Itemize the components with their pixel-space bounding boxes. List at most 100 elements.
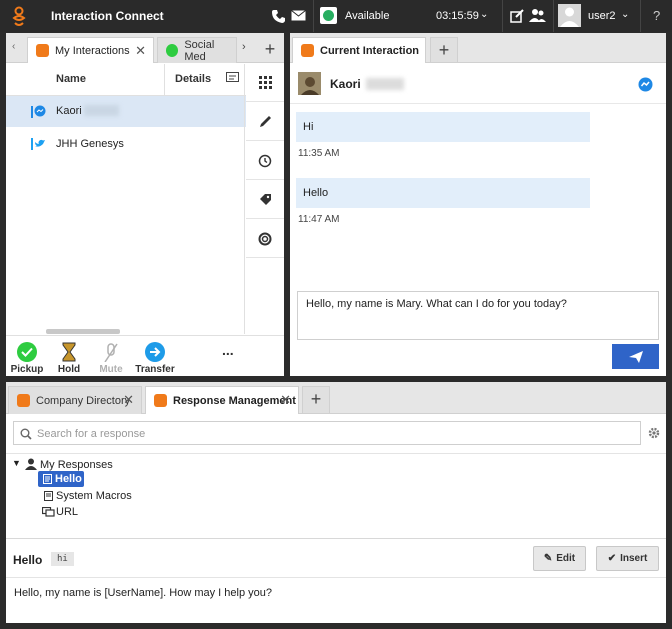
my-interactions-panel: ‹ My Interactions ✕ Social Med › + Name … [6, 33, 284, 376]
app-title: Interaction Connect [51, 9, 164, 23]
tag-icon[interactable] [246, 181, 284, 219]
hold-label: Hold [57, 364, 81, 375]
pickup-check-icon [17, 342, 37, 362]
interaction-row-kaori[interactable]: Kaori [6, 96, 246, 127]
lifebuoy-icon[interactable] [246, 220, 284, 258]
document-icon [43, 474, 52, 484]
folder-document-icon [44, 491, 53, 501]
current-interaction-panel: Current Interaction + Kaori Hi 11:35 AM … [290, 33, 666, 376]
help-icon[interactable]: ? [653, 8, 660, 23]
tree-item-label: Hello [55, 473, 82, 485]
messenger-icon [638, 77, 653, 92]
more-actions-icon[interactable]: ... [222, 342, 234, 358]
tab-company-directory[interactable]: Company Directory ✕ [8, 386, 142, 414]
mail-icon[interactable] [291, 10, 306, 21]
tree-item-url[interactable]: URL [56, 506, 78, 518]
search-placeholder: Search for a response [37, 428, 146, 440]
add-tab-plus-icon[interactable]: + [256, 37, 284, 63]
pickup-button[interactable]: Pickup [7, 342, 47, 375]
status-indicator[interactable] [320, 7, 337, 24]
twitter-icon [35, 139, 45, 147]
left-tab-strip: ‹ My Interactions ✕ Social Med › + [6, 33, 284, 63]
close-icon[interactable]: ✕ [135, 43, 146, 59]
insert-label: Insert [620, 553, 648, 564]
message-text: Hello [303, 187, 329, 199]
link-icon [42, 507, 55, 517]
tab-company-directory-label: Company Directory [36, 394, 131, 407]
tree-collapse-icon[interactable]: ▼ [12, 458, 21, 468]
tab-my-interactions-label: My Interactions [55, 44, 130, 57]
tab-scroll-right-icon[interactable]: › [242, 41, 246, 53]
genesys-logo [12, 6, 26, 26]
compose-icon[interactable] [510, 9, 524, 23]
reply-draft-text: Hello, my name is Mary. What can I do fo… [306, 298, 567, 310]
add-tab-plus-icon[interactable]: + [430, 37, 458, 63]
search-input[interactable]: Search for a response [13, 421, 641, 445]
social-tab-icon [166, 44, 179, 57]
close-icon[interactable]: ✕ [280, 392, 291, 408]
column-header-details[interactable]: Details [175, 73, 211, 85]
transfer-arrow-icon [145, 342, 165, 362]
column-chooser-icon[interactable] [226, 72, 239, 84]
pickup-label: Pickup [10, 364, 44, 375]
interactions-tab-icon [36, 44, 49, 57]
phone-icon[interactable] [271, 9, 285, 23]
response-tag-badge: hi [51, 552, 74, 566]
avatar[interactable] [558, 4, 581, 27]
edit-button[interactable]: ✎ Edit [533, 546, 586, 571]
message-time: 11:47 AM [298, 214, 340, 225]
tree-root-my-responses[interactable]: My Responses [40, 459, 113, 471]
right-tab-strip: Current Interaction + [290, 33, 666, 63]
check-icon: ✔ [607, 553, 617, 564]
gear-icon[interactable] [648, 427, 660, 439]
hold-button[interactable]: Hold [49, 342, 89, 375]
mute-button[interactable]: Mute [91, 342, 131, 375]
send-icon [628, 350, 643, 363]
contact-avatar [298, 72, 321, 95]
user-name[interactable]: user2 [588, 10, 616, 22]
user-menu-chevron-icon[interactable]: ⌄ [621, 9, 629, 20]
message-time: 11:35 AM [298, 148, 340, 159]
top-bar: Interaction Connect Available 03:15:59 ⌄… [0, 0, 672, 32]
tab-my-interactions[interactable]: My Interactions ✕ [27, 37, 154, 63]
tree-item-hello[interactable]: Hello [38, 471, 84, 487]
user-icon [25, 458, 37, 470]
blurred-contact-surname [366, 78, 404, 90]
send-button[interactable] [612, 344, 659, 369]
column-header-name[interactable]: Name [56, 73, 86, 85]
transfer-button[interactable]: Transfer [134, 342, 176, 375]
response-body: Hello, my name is [UserName]. How may I … [14, 587, 272, 599]
history-icon[interactable] [246, 142, 284, 180]
tab-scroll-left-icon[interactable]: ‹ [12, 41, 15, 52]
interaction-name: Kaori [56, 105, 82, 117]
response-title: Hello [13, 553, 43, 567]
response-management-panel: Company Directory ✕ Response Management … [6, 382, 666, 623]
tree-item-system-macros[interactable]: System Macros [56, 490, 132, 502]
close-icon[interactable]: ✕ [123, 392, 134, 408]
chevron-down-icon[interactable]: ⌄ [480, 9, 488, 20]
add-tab-plus-icon[interactable]: + [302, 386, 330, 414]
tab-current-interaction[interactable]: Current Interaction [292, 37, 426, 63]
pencil-icon[interactable] [246, 103, 284, 141]
tab-current-interaction-label: Current Interaction [320, 44, 420, 57]
bottom-tab-strip: Company Directory ✕ Response Management … [6, 382, 666, 414]
contact-name: Kaori [330, 77, 361, 91]
mute-label: Mute [99, 364, 123, 375]
message-text: Hi [303, 121, 314, 133]
tab-social-media[interactable]: Social Med [157, 37, 237, 63]
edit-label: Edit [556, 553, 576, 564]
horizontal-scrollbar[interactable] [46, 329, 120, 334]
pencil-icon: ✎ [543, 553, 553, 564]
dialpad-grid-icon[interactable] [246, 64, 284, 102]
status-label[interactable]: Available [345, 10, 389, 22]
mute-microphone-icon [101, 342, 121, 363]
interaction-row-jhh-genesys[interactable]: JHH Genesys [6, 129, 246, 160]
reply-textarea[interactable]: Hello, my name is Mary. What can I do fo… [297, 291, 659, 340]
message-bubble: Hello [296, 178, 590, 208]
interaction-name: JHH Genesys [56, 138, 124, 150]
blurred-surname [84, 105, 119, 116]
users-icon[interactable] [529, 8, 546, 23]
insert-button[interactable]: ✔ Insert [596, 546, 659, 571]
tab-response-management[interactable]: Response Management ✕ [145, 386, 299, 414]
directory-tab-icon [17, 394, 30, 407]
